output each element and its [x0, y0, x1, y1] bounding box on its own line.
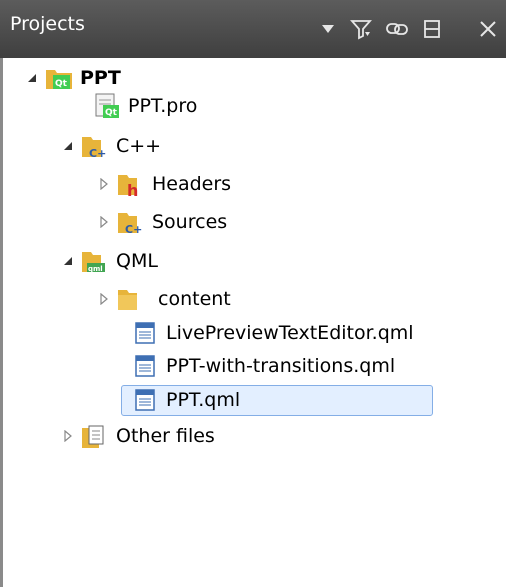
- collapsed-arrow-icon[interactable]: [58, 418, 78, 454]
- folder-icon: [114, 282, 148, 316]
- tree-item-ppt-qml[interactable]: PPT.qml: [128, 382, 240, 418]
- triangle-down-icon[interactable]: [310, 9, 346, 49]
- tree-item-cpp-folder[interactable]: C+ C++: [58, 128, 161, 164]
- collapsed-arrow-icon[interactable]: [94, 281, 114, 317]
- tree-item-ppt-pro[interactable]: Qt PPT.pro: [90, 88, 197, 124]
- tree-label: PPT.pro: [128, 95, 198, 117]
- split-icon[interactable]: [414, 9, 450, 49]
- cpp-folder-icon: C+: [78, 129, 112, 163]
- tree-label: PPT-with-transitions.qml: [166, 355, 396, 377]
- collapsed-arrow-icon[interactable]: [94, 166, 114, 202]
- svg-text:C+: C+: [125, 223, 142, 235]
- svg-text:qml: qml: [88, 265, 103, 273]
- projects-panel: Projects Qt PPT Qt PPT.pro C+ C++ h Head…: [0, 0, 506, 587]
- tree-label: Other files: [116, 425, 215, 447]
- tree-item-sources[interactable]: C+ Sources: [94, 204, 227, 240]
- qml-folder-icon: qml: [78, 244, 112, 278]
- collapsed-arrow-icon[interactable]: [94, 204, 114, 240]
- sources-folder-icon: C+: [114, 205, 148, 239]
- tree-item-other-files[interactable]: Other files: [58, 418, 215, 454]
- panel-titlebar: Projects: [0, 0, 506, 58]
- qt-project-icon: Qt: [42, 61, 76, 95]
- tree-label: QML: [116, 250, 158, 272]
- svg-text:Qt: Qt: [105, 108, 118, 118]
- svg-text:C+: C+: [89, 147, 106, 159]
- tree-label: content: [158, 288, 231, 310]
- panel-title: Projects: [10, 13, 85, 35]
- close-icon[interactable]: [470, 9, 506, 49]
- svg-text:h: h: [127, 181, 138, 197]
- panel-left-border: [0, 58, 3, 587]
- tree-item-content-folder[interactable]: content: [94, 281, 231, 317]
- headers-folder-icon: h: [114, 167, 148, 201]
- expanded-arrow-icon[interactable]: [22, 60, 42, 96]
- tree-label: C++: [116, 135, 162, 157]
- tree-item-live-preview-qml[interactable]: LivePreviewTextEditor.qml: [128, 315, 414, 351]
- qml-file-icon: [128, 316, 162, 350]
- tree-item-headers[interactable]: h Headers: [94, 166, 231, 202]
- expanded-arrow-icon[interactable]: [58, 243, 78, 279]
- qml-file-icon: [128, 349, 162, 383]
- tree-label: Headers: [152, 173, 232, 195]
- qml-file-icon: [128, 383, 162, 417]
- filter-icon[interactable]: [343, 9, 379, 49]
- svg-text:Qt: Qt: [55, 79, 68, 89]
- tree-label: PPT.qml: [166, 389, 241, 411]
- qt-project-file-icon: Qt: [90, 89, 124, 123]
- tree-item-transitions-qml[interactable]: PPT-with-transitions.qml: [128, 348, 395, 384]
- link-icon[interactable]: [379, 9, 415, 49]
- tree-label: LivePreviewTextEditor.qml: [166, 322, 414, 344]
- tree-item-qml-folder[interactable]: qml QML: [58, 243, 158, 279]
- other-files-icon: [78, 419, 112, 453]
- tree-label: PPT: [80, 67, 121, 89]
- expanded-arrow-icon[interactable]: [58, 128, 78, 164]
- tree-label: Sources: [152, 211, 228, 233]
